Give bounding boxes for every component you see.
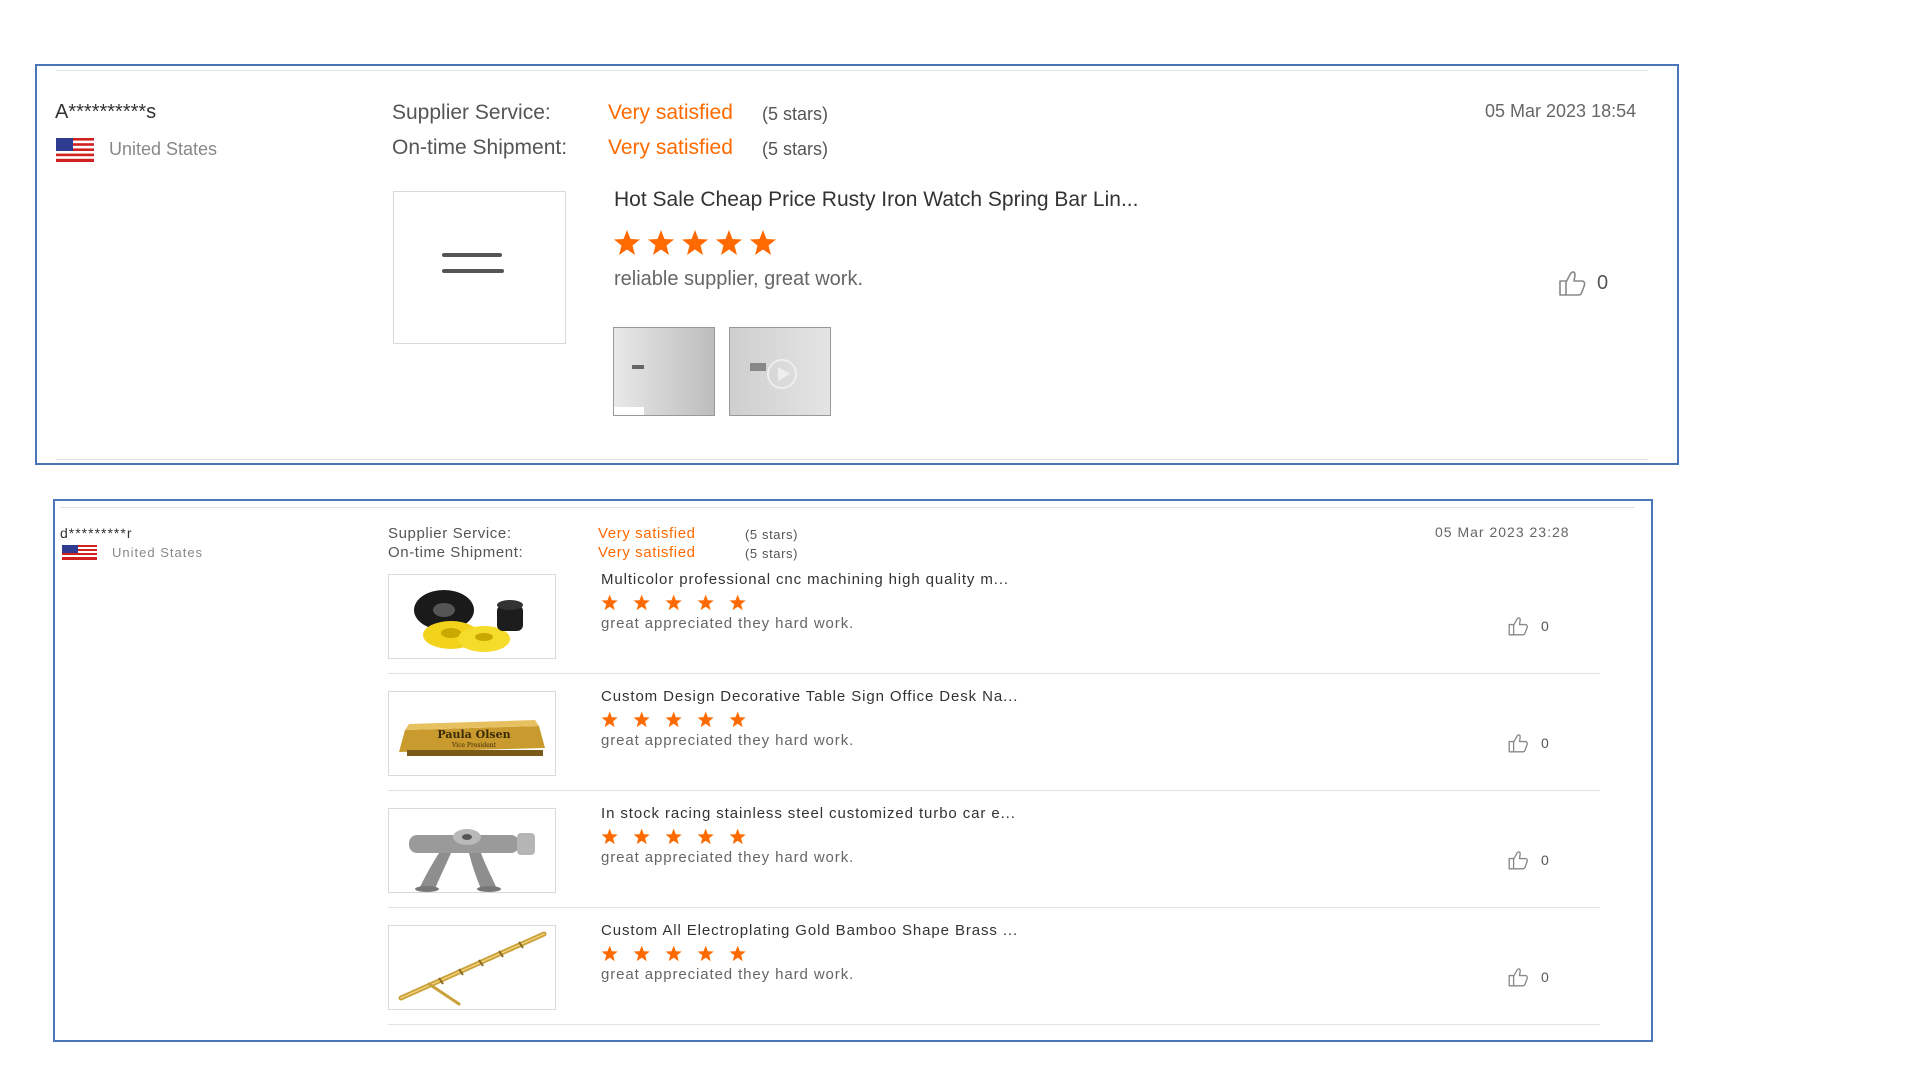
review-card-1: A**********s United States Supplier Serv… bbox=[35, 64, 1679, 465]
divider bbox=[388, 1024, 1600, 1025]
on-time-shipment-stars-note: (5 stars) bbox=[762, 139, 829, 159]
thumbs-up-icon bbox=[1508, 968, 1528, 987]
product-title[interactable]: Multicolor professional cnc machining hi… bbox=[601, 571, 1009, 588]
review-comment: reliable supplier, great work. bbox=[614, 268, 864, 290]
on-time-shipment-value: Very satisfied bbox=[598, 544, 696, 561]
product-image[interactable] bbox=[388, 574, 556, 659]
like-count: 0 bbox=[1597, 271, 1609, 294]
review-comment: great appreciated they hard work. bbox=[601, 966, 855, 983]
product-image[interactable]: Paula Olsen Vice President bbox=[388, 691, 556, 776]
product-image[interactable] bbox=[393, 191, 566, 344]
like-button[interactable]: 0 bbox=[1505, 966, 1549, 988]
like-count: 0 bbox=[1541, 852, 1549, 868]
buyer-name: d*********r bbox=[60, 525, 133, 541]
product-title[interactable]: Custom Design Decorative Table Sign Offi… bbox=[601, 688, 1018, 705]
product-star-rating bbox=[601, 711, 756, 729]
review-card-2: d*********r United States Supplier Servi… bbox=[53, 499, 1653, 1042]
on-time-shipment-stars-note: (5 stars) bbox=[745, 546, 799, 561]
thumbs-up-icon bbox=[1508, 851, 1528, 870]
review-comment: great appreciated they hard work. bbox=[601, 849, 855, 866]
play-icon bbox=[767, 359, 797, 389]
product-star-rating bbox=[601, 594, 756, 612]
brass-pen-icon bbox=[398, 931, 547, 1006]
supplier-service-label: Supplier Service: bbox=[388, 525, 512, 542]
product-star-rating bbox=[613, 229, 778, 257]
rubber-rings-icon bbox=[414, 590, 523, 652]
divider bbox=[388, 907, 1600, 908]
supplier-service-value: Very satisfied bbox=[608, 101, 733, 124]
buyer-country: United States bbox=[112, 545, 204, 560]
like-count: 0 bbox=[1541, 969, 1549, 985]
exhaust-manifold-icon bbox=[409, 829, 535, 892]
review-video-thumbnail[interactable] bbox=[729, 327, 831, 416]
thumbs-up-icon bbox=[1508, 734, 1528, 753]
divider bbox=[60, 507, 1635, 508]
divider bbox=[56, 459, 1648, 460]
supplier-service-label: Supplier Service: bbox=[392, 101, 551, 124]
supplier-service-stars-note: (5 stars) bbox=[745, 527, 799, 542]
product-image[interactable] bbox=[388, 925, 556, 1010]
review-comment: great appreciated they hard work. bbox=[601, 615, 855, 632]
review-comment: great appreciated they hard work. bbox=[601, 732, 855, 749]
us-flag-icon bbox=[62, 545, 97, 560]
review-date: 05 Mar 2023 18:54 bbox=[1485, 101, 1637, 121]
us-flag-icon bbox=[56, 138, 94, 162]
like-button[interactable]: 0 bbox=[1505, 732, 1549, 754]
on-time-shipment-value: Very satisfied bbox=[608, 136, 733, 159]
divider bbox=[388, 673, 1600, 674]
like-button[interactable]: 0 bbox=[1557, 268, 1608, 298]
review-photo-thumbnail[interactable] bbox=[613, 327, 715, 416]
thumbs-up-icon bbox=[1559, 271, 1586, 296]
divider bbox=[388, 790, 1600, 791]
svg-text:Vice President: Vice President bbox=[451, 742, 497, 749]
supplier-service-stars-note: (5 stars) bbox=[762, 104, 829, 124]
like-button[interactable]: 0 bbox=[1505, 615, 1549, 637]
spring-bar-icon bbox=[442, 253, 504, 273]
like-button[interactable]: 0 bbox=[1505, 849, 1549, 871]
like-count: 0 bbox=[1541, 735, 1549, 751]
buyer-country: United States bbox=[109, 139, 218, 159]
product-star-rating bbox=[601, 945, 756, 963]
like-count: 0 bbox=[1541, 618, 1549, 634]
product-title[interactable]: Custom All Electroplating Gold Bamboo Sh… bbox=[601, 922, 1018, 939]
name-plate-icon: Paula Olsen Vice President bbox=[399, 720, 545, 756]
supplier-service-value: Very satisfied bbox=[598, 525, 696, 542]
product-star-rating bbox=[601, 828, 756, 846]
product-title[interactable]: In stock racing stainless steel customiz… bbox=[601, 805, 1016, 822]
review-date: 05 Mar 2023 23:28 bbox=[1435, 524, 1570, 540]
on-time-shipment-label: On-time Shipment: bbox=[388, 544, 524, 561]
thumbs-up-icon bbox=[1508, 617, 1528, 636]
on-time-shipment-label: On-time Shipment: bbox=[392, 136, 568, 159]
buyer-name: A**********s bbox=[55, 101, 157, 123]
divider bbox=[56, 70, 1648, 71]
product-image[interactable] bbox=[388, 808, 556, 893]
product-title[interactable]: Hot Sale Cheap Price Rusty Iron Watch Sp… bbox=[614, 188, 1138, 212]
svg-text:Paula Olsen: Paula Olsen bbox=[437, 728, 510, 741]
